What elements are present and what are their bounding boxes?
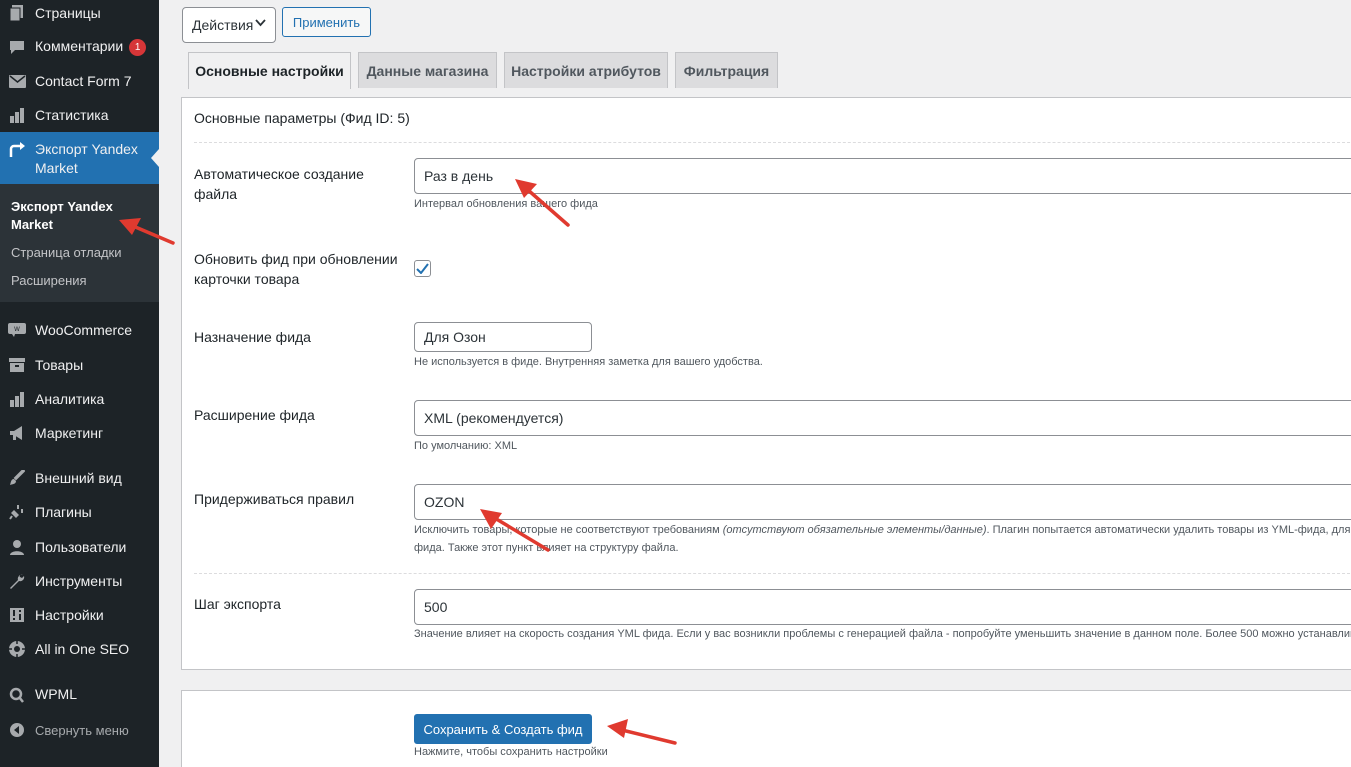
sidebar-item-label: All in One SEO (35, 641, 130, 657)
sidebar-item-label: Маркетинг (35, 425, 104, 441)
divider (194, 142, 1351, 143)
brush-icon (8, 469, 26, 487)
auto-create-desc: Интервал обновления вашего фида (414, 198, 598, 210)
sidebar-item-wpml[interactable]: WPML (0, 684, 159, 704)
sliders-icon (8, 606, 26, 624)
step-desc: Значение влияет на скорость создания YML… (414, 628, 1351, 640)
yandex-submenu: Экспорт Yandex Market Страница отладки Р… (0, 184, 159, 302)
submenu-item-yandex-export[interactable]: Экспорт Yandex Market (11, 198, 121, 234)
sidebar-item-label: Настройки (35, 607, 104, 623)
submenu-item-extensions[interactable]: Расширения (11, 273, 87, 288)
tab-main-settings[interactable]: Основные настройки (188, 52, 351, 89)
sidebar-item-label: Аналитика (35, 391, 105, 407)
user-icon (8, 538, 26, 556)
sidebar-item-analytics[interactable]: Аналитика (0, 389, 159, 409)
extension-label: Расширение фида (194, 407, 315, 423)
purpose-input[interactable]: Для Озон (414, 322, 592, 352)
extension-desc: По умолчанию: XML (414, 440, 518, 452)
pages-icon (8, 4, 26, 22)
sidebar-item-woocommerce[interactable]: W WooCommerce (0, 320, 159, 340)
current-menu-pointer (151, 149, 159, 167)
mail-icon (8, 72, 26, 90)
archive-icon (8, 356, 26, 374)
sidebar-item-comments[interactable]: Комментарии 1 (0, 37, 159, 57)
sidebar-item-label: Товары (35, 357, 84, 373)
save-desc: Нажмите, чтобы сохранить настройки (414, 746, 608, 758)
sidebar-item-label: Пользователи (35, 539, 127, 555)
sidebar-item-label: Страницы (35, 5, 101, 21)
rules-desc-text: Исключить товары, которые не соответству… (414, 524, 723, 536)
checkmark-icon (416, 263, 429, 274)
extension-select[interactable]: XML (рекомендуется) (414, 400, 1351, 436)
submenu-item-debug[interactable]: Страница отладки (11, 245, 122, 260)
sidebar-item-label: WooCommerce (35, 322, 132, 338)
section-title: Основные параметры (Фид ID: 5) (194, 110, 410, 126)
svg-text:W: W (14, 326, 20, 333)
update-on-save-label: Обновить фид при обновлении карточки тов… (194, 251, 398, 287)
bulk-actions-value: Действия (192, 17, 254, 33)
sidebar-item-label: Экспорт Yandex Market (35, 141, 138, 176)
wrench-icon (8, 572, 26, 590)
megaphone-icon (8, 424, 26, 442)
rules-desc-emphasis: (отсутствуют обязательные элементы/данны… (722, 524, 987, 536)
tab-filtering[interactable]: Фильтрация (675, 52, 778, 88)
comments-icon (8, 38, 26, 56)
purpose-desc: Не используется в фиде. Внутренняя замет… (414, 356, 763, 368)
sidebar-item-label: Плагины (35, 504, 92, 520)
tab-shop-data[interactable]: Данные магазина (358, 52, 497, 88)
auto-create-select[interactable]: Раз в день (414, 158, 1351, 194)
step-input[interactable]: 500 (414, 589, 1351, 625)
save-panel: Сохранить & Создать фид Нажмите, чтобы с… (181, 690, 1351, 767)
wpml-icon (8, 686, 26, 704)
woo-icon: W (8, 321, 26, 339)
rules-select[interactable]: OZON (414, 484, 1351, 520)
sidebar-item-marketing[interactable]: Маркетинг (0, 423, 159, 443)
settings-panel: Основные параметры (Фид ID: 5) Автоматич… (181, 97, 1351, 670)
plugin-icon (8, 503, 26, 521)
sidebar-item-settings[interactable]: Настройки (0, 605, 159, 625)
sidebar-item-contact-form[interactable]: Contact Form 7 (0, 71, 159, 91)
sidebar-item-appearance[interactable]: Внешний вид (0, 468, 159, 488)
save-and-create-feed-button[interactable]: Сохранить & Создать фид (414, 714, 592, 744)
sidebar-item-label: Contact Form 7 (35, 73, 132, 89)
sidebar-item-label: Инструменты (35, 573, 123, 589)
seo-icon (8, 640, 26, 658)
rules-label: Придерживаться правил (194, 491, 355, 507)
collapse-icon (8, 721, 26, 739)
sidebar-item-stats[interactable]: Статистика (0, 105, 159, 125)
sidebar-item-label: Комментарии (35, 38, 124, 54)
collapse-menu-button[interactable]: Свернуть меню (0, 720, 159, 740)
sidebar-item-yandex-export[interactable]: Экспорт Yandex Market (0, 132, 159, 184)
auto-create-label: Автоматическое создание файла (194, 166, 364, 202)
bulk-actions-select[interactable]: Действия (182, 7, 276, 43)
sidebar-item-products[interactable]: Товары (0, 355, 159, 375)
sidebar-item-tools[interactable]: Инструменты (0, 571, 159, 591)
export-icon (8, 141, 26, 159)
collapse-menu-label: Свернуть меню (35, 722, 129, 738)
tab-attribute-settings[interactable]: Настройки атрибутов (504, 52, 668, 88)
sidebar-item-plugins[interactable]: Плагины (0, 502, 159, 522)
bar-chart-icon (8, 106, 26, 124)
rules-desc-line2: фида. Также этот пункт влияет на структу… (414, 542, 679, 554)
chevron-down-icon (255, 18, 266, 30)
bar-chart-icon (8, 390, 26, 408)
sidebar-item-label: WPML (35, 686, 77, 702)
purpose-label: Назначение фида (194, 329, 311, 345)
sidebar-item-aioseo[interactable]: All in One SEO (0, 639, 159, 659)
divider (194, 573, 1351, 574)
update-on-save-checkbox[interactable] (414, 260, 431, 277)
admin-sidebar: Страницы Комментарии 1 Contact Form 7 Ста… (0, 0, 159, 767)
comments-count-badge: 1 (129, 39, 147, 56)
rules-desc-text-cont: . Плагин попытается автоматически удалит… (986, 524, 1351, 536)
sidebar-item-users[interactable]: Пользователи (0, 537, 159, 557)
sidebar-item-pages[interactable]: Страницы (0, 3, 159, 23)
step-label: Шаг экспорта (194, 596, 281, 612)
apply-button[interactable]: Применить (282, 7, 371, 37)
sidebar-item-label: Внешний вид (35, 470, 122, 486)
sidebar-item-label: Статистика (35, 107, 109, 123)
